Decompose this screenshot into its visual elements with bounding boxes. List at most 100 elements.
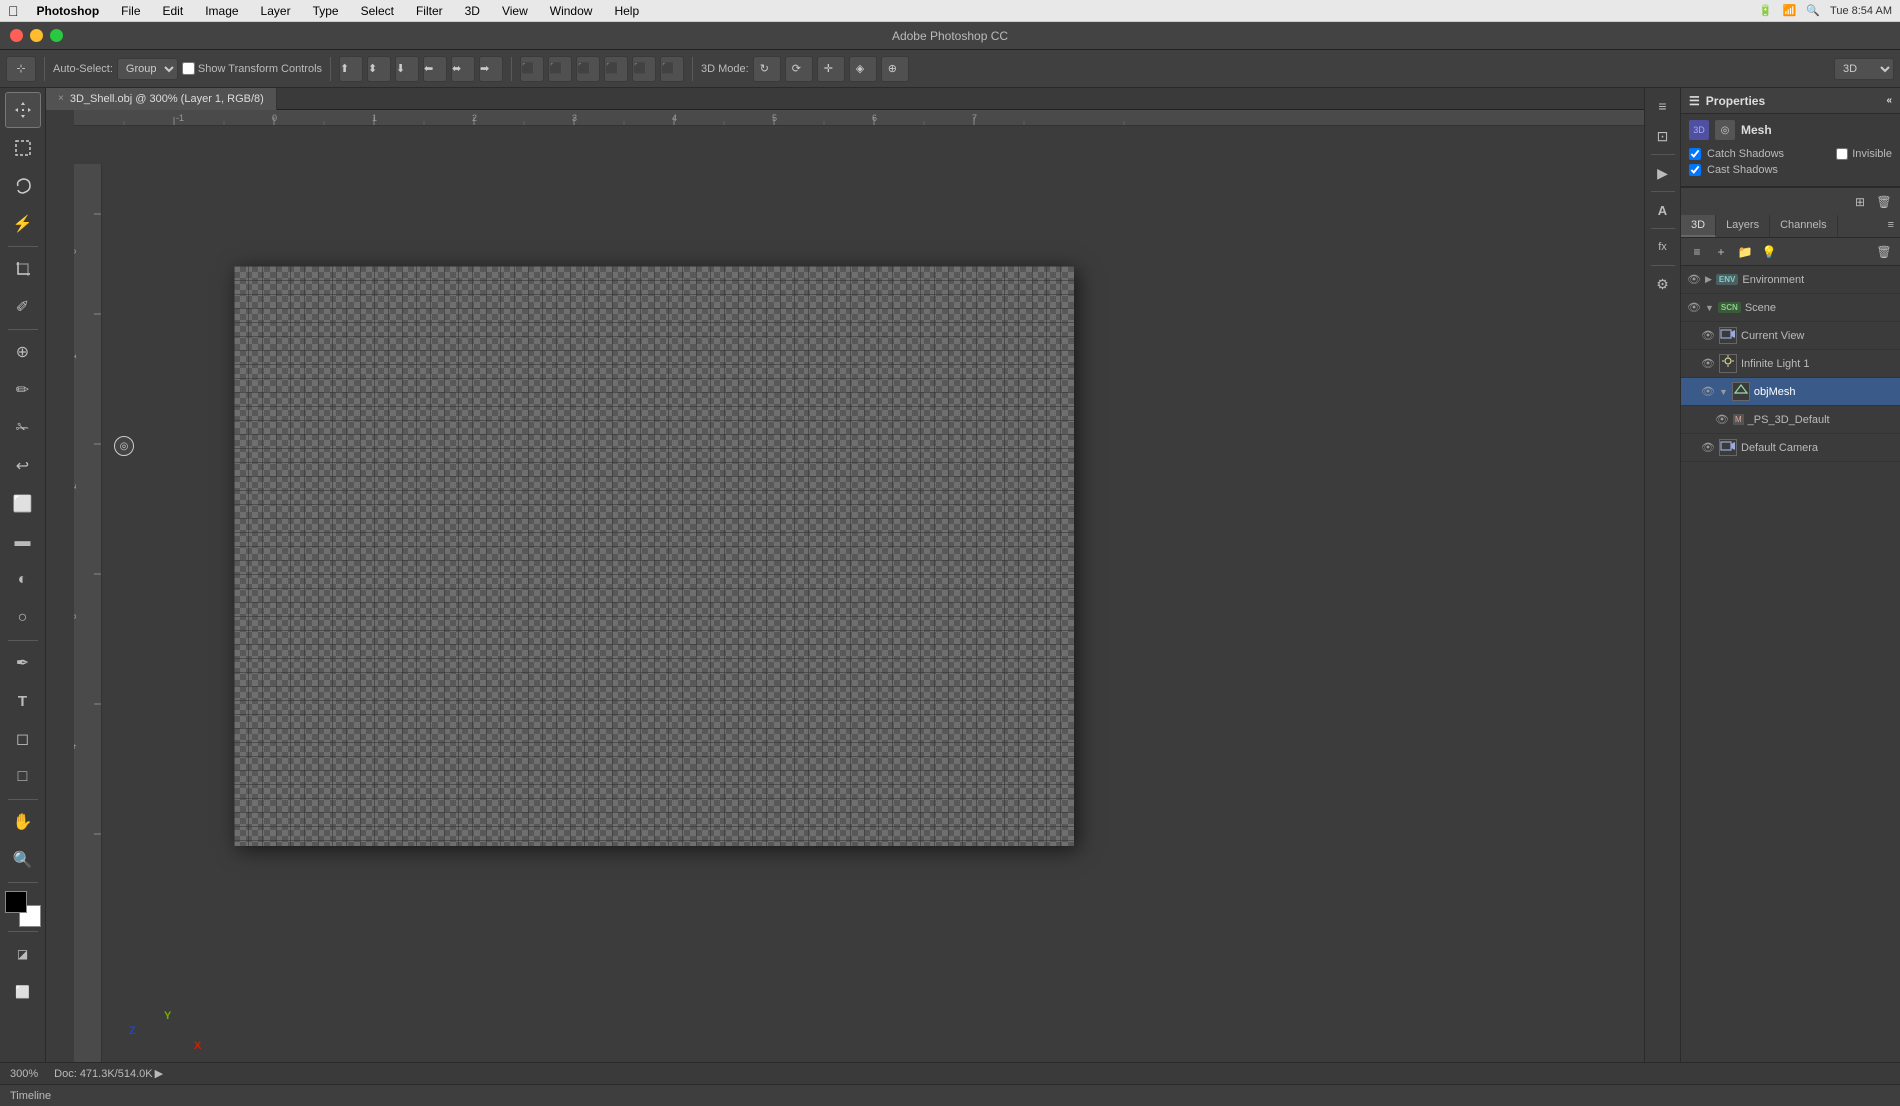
auto-select-dropdown[interactable]: Group Layer <box>117 58 178 80</box>
panel-icon-tools[interactable]: ⚙ <box>1649 270 1677 298</box>
doc-info-arrow[interactable]: ▶ <box>155 1067 163 1080</box>
apple-menu[interactable]:  <box>8 3 19 19</box>
distribute-right-button[interactable]: ⬛ <box>660 56 684 82</box>
brush-tool[interactable]: ✏ <box>5 372 41 408</box>
layer-eye-objmesh[interactable]: 👁 <box>1701 385 1715 399</box>
tab-layers[interactable]: Layers <box>1716 215 1770 237</box>
color-swatches[interactable] <box>5 891 41 927</box>
3d-scale-button[interactable]: ⊕ <box>881 56 909 82</box>
menu-view[interactable]: View <box>498 2 532 20</box>
path-select-tool[interactable]: ◻ <box>5 721 41 757</box>
layer-scene[interactable]: 👁 ▼ SCN Scene <box>1681 294 1900 322</box>
document-canvas[interactable]: ⊹ <box>234 266 1074 846</box>
align-left-button[interactable]: ⬅ <box>423 56 447 82</box>
properties-footer-trash[interactable]: 🗑 <box>1874 192 1894 212</box>
tab-channels[interactable]: Channels <box>1770 215 1837 237</box>
layer-default-camera[interactable]: 👁 Default Camera <box>1681 434 1900 462</box>
crop-tool[interactable] <box>5 251 41 287</box>
align-right-button[interactable]: ➡ <box>479 56 503 82</box>
layer-new-button[interactable]: + <box>1711 242 1731 262</box>
layer-light-1[interactable]: 👁 Infinite Light 1 <box>1681 350 1900 378</box>
panel-icon-adjustments[interactable]: ⊡ <box>1649 122 1677 150</box>
3d-pan-button[interactable]: ✛ <box>817 56 845 82</box>
layer-eye-material[interactable]: 👁 <box>1715 413 1729 427</box>
align-vcenter-button[interactable]: ⬍ <box>367 56 391 82</box>
invisible-checkbox[interactable] <box>1836 148 1848 160</box>
layer-eye-environment[interactable]: 👁 <box>1687 273 1701 287</box>
align-hcenter-button[interactable]: ⬌ <box>451 56 475 82</box>
minimize-button[interactable] <box>30 29 43 42</box>
canvas-content[interactable]: 0 1 2 3 4 ◎ <box>74 126 1644 1062</box>
layer-delete-button[interactable]: 🗑 <box>1874 242 1894 262</box>
hand-tool[interactable]: ✋ <box>5 804 41 840</box>
close-button[interactable] <box>10 29 23 42</box>
menu-select[interactable]: Select <box>357 2 398 20</box>
document-tab[interactable]: × 3D_Shell.obj @ 300% (Layer 1, RGB/8) <box>46 88 277 110</box>
3d-slide-button[interactable]: ◈ <box>849 56 877 82</box>
layer-material[interactable]: 👁 M _PS_3D_Default <box>1681 406 1900 434</box>
layer-eye-light-1[interactable]: 👁 <box>1701 357 1715 371</box>
tab-close[interactable]: × <box>58 93 64 104</box>
menu-file[interactable]: File <box>117 2 144 20</box>
layer-objmesh[interactable]: 👁 ▼ objMesh <box>1681 378 1900 406</box>
tab-3d[interactable]: 3D <box>1681 215 1716 237</box>
panel-icon-arrow[interactable]: ▶ <box>1649 159 1677 187</box>
menu-image[interactable]: Image <box>201 2 242 20</box>
panel-menu-button[interactable]: ≡ <box>1882 215 1900 237</box>
layer-triangle-objmesh[interactable]: ▼ <box>1719 387 1728 397</box>
panel-icon-type[interactable]: A <box>1649 196 1677 224</box>
panel-icon-style[interactable]: fx <box>1649 233 1677 261</box>
layer-triangle-environment[interactable]: ▶ <box>1705 274 1712 285</box>
distribute-top-button[interactable]: ⬛ <box>520 56 544 82</box>
lasso-tool[interactable] <box>5 168 41 204</box>
search-icon[interactable]: 🔍 <box>1806 4 1820 17</box>
properties-expand[interactable]: « <box>1886 95 1892 106</box>
clone-tool[interactable]: ✁ <box>5 410 41 446</box>
layer-light-btn[interactable]: 💡 <box>1759 242 1779 262</box>
dodge-tool[interactable]: ○ <box>5 600 41 636</box>
layer-current-view[interactable]: 👁 Current View <box>1681 322 1900 350</box>
text-tool[interactable]: T <box>5 683 41 719</box>
properties-footer-grid[interactable]: ⊞ <box>1850 192 1870 212</box>
foreground-color-swatch[interactable] <box>5 891 27 913</box>
move-tool[interactable] <box>5 92 41 128</box>
eraser-tool[interactable]: ⬜ <box>5 486 41 522</box>
menu-filter[interactable]: Filter <box>412 2 447 20</box>
layer-eye-scene[interactable]: 👁 <box>1687 301 1701 315</box>
move-tool-button[interactable]: ⊹ <box>6 56 36 82</box>
align-top-button[interactable]: ⬆ <box>339 56 363 82</box>
menu-type[interactable]: Type <box>309 2 343 20</box>
eyedropper-tool[interactable]: ✐ <box>5 289 41 325</box>
zoom-tool[interactable]: 🔍 <box>5 842 41 878</box>
distribute-left-button[interactable]: ⬛ <box>604 56 628 82</box>
marquee-tool[interactable] <box>5 130 41 166</box>
3d-roll-button[interactable]: ⟳ <box>785 56 813 82</box>
panel-icon-layers[interactable]: ≡ <box>1649 92 1677 120</box>
distribute-h-button[interactable]: ⬛ <box>632 56 656 82</box>
distribute-bottom-button[interactable]: ⬛ <box>576 56 600 82</box>
heal-tool[interactable]: ⊕ <box>5 334 41 370</box>
layer-folder-button[interactable]: 📁 <box>1735 242 1755 262</box>
view-dropdown[interactable]: 3D <box>1834 58 1894 80</box>
layer-triangle-scene[interactable]: ▼ <box>1705 303 1714 313</box>
app-name[interactable]: Photoshop <box>33 2 104 20</box>
wand-tool[interactable]: ⚡ <box>5 206 41 242</box>
layer-filter-button[interactable]: ≡ <box>1687 242 1707 262</box>
blur-tool[interactable]: ◐ <box>5 562 41 598</box>
pen-tool[interactable]: ✒ <box>5 645 41 681</box>
layer-environment[interactable]: 👁 ▶ ENV Environment <box>1681 266 1900 294</box>
3d-rotate-button[interactable]: ↻ <box>753 56 781 82</box>
menu-3d[interactable]: 3D <box>461 2 484 20</box>
shape-tool[interactable]: □ <box>5 759 41 795</box>
gradient-tool[interactable]: ▬ <box>5 524 41 560</box>
quick-mask-button[interactable]: ◪ <box>5 936 41 972</box>
menu-edit[interactable]: Edit <box>159 2 188 20</box>
distribute-v-button[interactable]: ⬛ <box>548 56 572 82</box>
layer-eye-current-view[interactable]: 👁 <box>1701 329 1715 343</box>
menu-window[interactable]: Window <box>546 2 597 20</box>
align-bottom-button[interactable]: ⬇ <box>395 56 419 82</box>
history-brush[interactable]: ↩ <box>5 448 41 484</box>
transform-controls-checkbox[interactable] <box>182 62 195 75</box>
catch-shadows-checkbox[interactable] <box>1689 148 1701 160</box>
transform-controls-label[interactable]: Show Transform Controls <box>182 62 322 75</box>
